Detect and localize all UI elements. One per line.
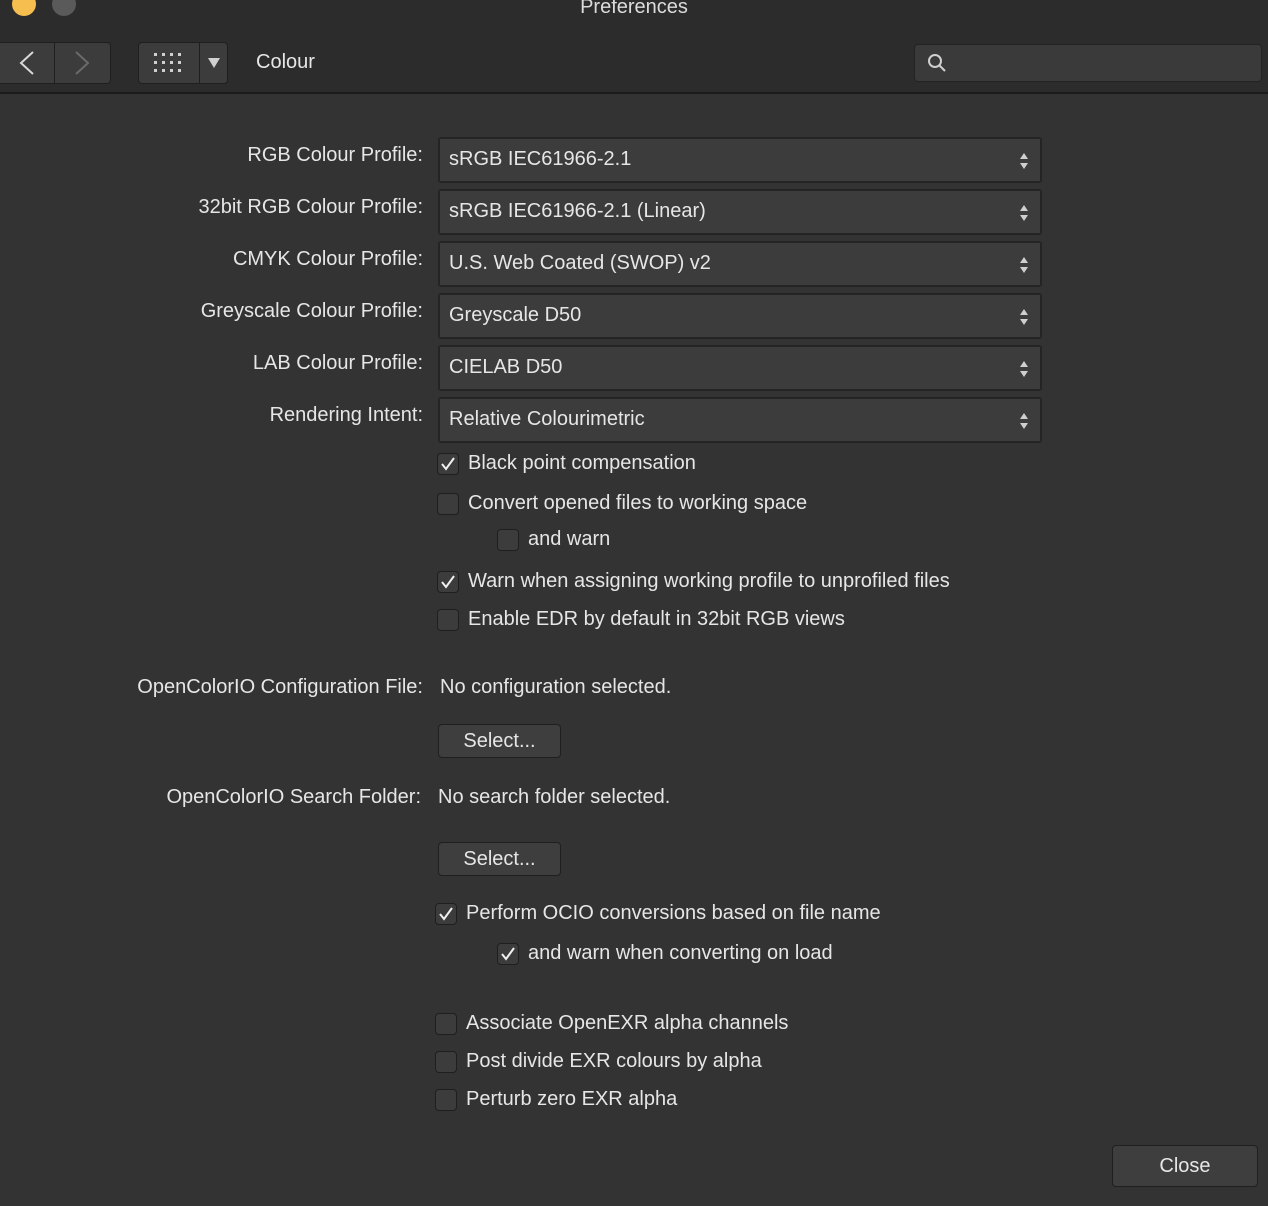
pane-title: Colour <box>256 51 315 73</box>
lab-profile-label: LAB Colour Profile: <box>252 352 423 374</box>
enable-edr-option[interactable]: Enable EDR by default in 32bit RGB views <box>437 608 845 631</box>
stepper-arrows-icon <box>1020 257 1028 273</box>
perform-ocio-option[interactable]: Perform OCIO conversions based on file n… <box>435 902 881 925</box>
convert-warn-option[interactable]: and warn <box>497 528 610 551</box>
ocio-folder-value: No search folder selected. <box>438 786 671 808</box>
ocio-config-select-button[interactable]: Select... <box>438 724 561 758</box>
navigation-buttons <box>0 42 111 84</box>
checkmark-icon <box>441 574 455 589</box>
black-point-label: Black point compensation <box>468 452 696 474</box>
post-divide-option[interactable]: Post divide EXR colours by alpha <box>435 1050 762 1073</box>
show-all-dropdown[interactable] <box>200 43 227 83</box>
close-button[interactable]: Close <box>1112 1145 1258 1187</box>
perform-ocio-warn-checkbox[interactable] <box>497 942 519 965</box>
ocio-folder-label: OpenColorIO Search Folder: <box>166 786 421 808</box>
stepper-arrows-icon <box>1020 205 1028 221</box>
greyscale-profile-value: Greyscale D50 <box>449 304 582 326</box>
ocio-folder-select-button[interactable]: Select... <box>438 842 561 876</box>
convert-opened-checkbox[interactable] <box>437 492 459 515</box>
convert-warn-checkbox[interactable] <box>497 528 519 551</box>
show-all-button[interactable] <box>139 43 200 83</box>
associate-exr-option[interactable]: Associate OpenEXR alpha channels <box>435 1012 788 1035</box>
perform-ocio-label: Perform OCIO conversions based on file n… <box>466 902 881 924</box>
lab-profile-select[interactable]: CIELAB D50 <box>438 345 1042 391</box>
enable-edr-label: Enable EDR by default in 32bit RGB views <box>468 608 845 630</box>
rendering-intent-select[interactable]: Relative Colourimetric <box>438 397 1042 443</box>
perform-ocio-warn-option[interactable]: and warn when converting on load <box>497 942 833 965</box>
ocio-config-label: OpenColorIO Configuration File: <box>137 676 423 698</box>
cmyk-profile-label: CMYK Colour Profile: <box>232 248 423 270</box>
convert-opened-option[interactable]: Convert opened files to working space <box>437 492 807 515</box>
associate-exr-label: Associate OpenEXR alpha channels <box>466 1012 789 1034</box>
rendering-intent-value: Relative Colourimetric <box>449 408 645 430</box>
perform-ocio-checkbox[interactable] <box>435 902 457 925</box>
checkmark-icon <box>441 456 455 471</box>
perform-ocio-warn-label: and warn when converting on load <box>528 942 833 964</box>
back-button[interactable] <box>0 43 54 83</box>
show-all-group <box>138 42 228 84</box>
search-field[interactable] <box>914 44 1262 82</box>
rgb-profile-label: RGB Colour Profile: <box>247 144 423 166</box>
chevron-left-icon <box>19 51 34 75</box>
ocio-config-value: No configuration selected. <box>440 676 672 698</box>
stepper-arrows-icon <box>1020 309 1028 325</box>
toolbar: Colour <box>0 34 1268 94</box>
stepper-arrows-icon <box>1020 153 1028 169</box>
rgb32-profile-select[interactable]: sRGB IEC61966-2.1 (Linear) <box>438 189 1042 235</box>
convert-warn-label: and warn <box>528 528 611 550</box>
forward-button[interactable] <box>54 43 109 83</box>
enable-edr-checkbox[interactable] <box>437 608 459 631</box>
rgb32-profile-value: sRGB IEC61966-2.1 (Linear) <box>449 200 706 222</box>
grid-icon <box>154 53 181 72</box>
post-divide-label: Post divide EXR colours by alpha <box>466 1050 762 1072</box>
black-point-option[interactable]: Black point compensation <box>437 452 696 475</box>
window-title: Preferences <box>580 0 688 18</box>
checkmark-icon <box>439 906 453 921</box>
chevron-right-icon <box>75 51 90 75</box>
rgb-profile-select[interactable]: sRGB IEC61966-2.1 <box>438 137 1042 183</box>
checkmark-icon <box>501 946 515 961</box>
greyscale-profile-select[interactable]: Greyscale D50 <box>438 293 1042 339</box>
lab-profile-value: CIELAB D50 <box>449 356 563 378</box>
perturb-alpha-option[interactable]: Perturb zero EXR alpha <box>435 1088 677 1111</box>
rgb-profile-value: sRGB IEC61966-2.1 <box>449 148 632 170</box>
title-bar: Preferences <box>0 0 1268 34</box>
warn-assign-option[interactable]: Warn when assigning working profile to u… <box>437 570 950 593</box>
perturb-alpha-label: Perturb zero EXR alpha <box>466 1088 678 1110</box>
post-divide-checkbox[interactable] <box>435 1050 457 1073</box>
convert-opened-label: Convert opened files to working space <box>468 492 808 514</box>
cmyk-profile-select[interactable]: U.S. Web Coated (SWOP) v2 <box>438 241 1042 287</box>
perturb-alpha-checkbox[interactable] <box>435 1088 457 1111</box>
warn-assign-label: Warn when assigning working profile to u… <box>468 570 950 592</box>
cmyk-profile-value: U.S. Web Coated (SWOP) v2 <box>449 252 711 274</box>
rgb32-profile-label: 32bit RGB Colour Profile: <box>198 196 423 218</box>
search-icon <box>928 54 946 72</box>
stepper-arrows-icon <box>1020 361 1028 377</box>
warn-assign-checkbox[interactable] <box>437 570 459 593</box>
rendering-intent-label: Rendering Intent: <box>269 404 423 426</box>
stepper-arrows-icon <box>1020 413 1028 429</box>
greyscale-profile-label: Greyscale Colour Profile: <box>200 300 423 322</box>
associate-exr-checkbox[interactable] <box>435 1012 457 1035</box>
triangle-down-icon <box>207 58 220 68</box>
black-point-checkbox[interactable] <box>437 452 459 475</box>
